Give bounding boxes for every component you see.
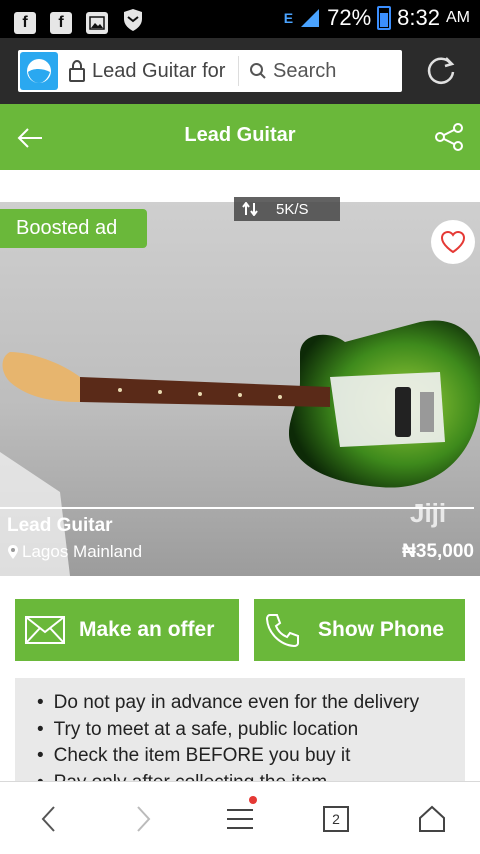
show-phone-label: Show Phone: [318, 618, 444, 641]
nav-forward-button[interactable]: [127, 802, 161, 836]
tab-count: 2: [323, 806, 349, 832]
status-bar: f f E 72% 8:32 AM: [0, 0, 480, 38]
clock: 8:32: [397, 5, 440, 30]
safety-tips: Do not pay in advance even for the deliv…: [15, 678, 465, 788]
home-button[interactable]: [415, 802, 449, 836]
location-text: Lagos Mainland: [22, 542, 143, 561]
image-icon: [86, 11, 108, 34]
url-text[interactable]: Lead Guitar for: [92, 60, 232, 83]
tabs-button[interactable]: 2: [319, 802, 353, 836]
network-type: E: [283, 10, 294, 26]
ad-title: Lead Guitar: [7, 515, 113, 536]
clock-ampm: AM: [446, 9, 470, 26]
make-offer-label: Make an offer: [79, 618, 215, 641]
ad-location: Lagos Mainland: [7, 542, 142, 562]
search-icon: [250, 63, 266, 79]
heart-icon: [440, 230, 466, 254]
tip-item: Do not pay in advance even for the deliv…: [37, 690, 465, 717]
tip-item: Try to meet at a safe, public location: [37, 717, 465, 744]
facebook-icon: f: [50, 11, 72, 34]
phone-icon: [265, 614, 299, 648]
shield-icon: [122, 8, 144, 37]
search-field[interactable]: Search: [249, 60, 336, 83]
transfer-arrows-icon: [242, 202, 258, 216]
make-offer-button[interactable]: Make an offer: [15, 599, 239, 661]
speed-value: 5K/S: [276, 200, 309, 218]
app-header: Lead Guitar: [0, 104, 480, 170]
menu-icon: [227, 809, 253, 829]
download-speed-badge: 5K/S: [234, 197, 340, 221]
tip-item: Check the item BEFORE you buy it: [37, 743, 465, 770]
nav-back-button[interactable]: [31, 802, 65, 836]
ad-price: ₦35,000: [402, 541, 474, 562]
url-divider: [238, 56, 239, 86]
battery-icon: [377, 6, 392, 30]
reload-icon[interactable]: [422, 52, 460, 90]
boosted-badge: Boosted ad: [0, 209, 147, 248]
favorite-button[interactable]: [431, 220, 475, 264]
search-label: Search: [273, 59, 337, 82]
menu-button[interactable]: [223, 796, 257, 836]
signal-icon: [301, 9, 320, 27]
browser-toolbar: Lead Guitar for Search: [0, 38, 480, 104]
envelope-icon: [25, 616, 65, 644]
watermark: Jiji: [410, 498, 447, 528]
home-icon: [419, 805, 445, 832]
share-icon[interactable]: [434, 122, 464, 152]
lock-icon: [62, 60, 92, 82]
chevron-left-icon: [41, 806, 55, 832]
notification-dot: [249, 796, 257, 804]
facebook-small-icon: f: [14, 11, 36, 34]
battery-percent: 72%: [327, 5, 372, 30]
show-phone-button[interactable]: Show Phone: [254, 599, 465, 661]
chevron-right-icon: [137, 806, 151, 832]
image-divider: [0, 507, 474, 509]
location-pin-icon: [8, 545, 18, 559]
browser-logo-icon[interactable]: [20, 52, 58, 90]
tips-list: Do not pay in advance even for the deliv…: [37, 690, 465, 788]
address-bar[interactable]: Lead Guitar for Search: [18, 50, 402, 92]
browser-bottom-nav: 2: [0, 781, 480, 854]
page-title: Lead Guitar: [184, 124, 296, 146]
